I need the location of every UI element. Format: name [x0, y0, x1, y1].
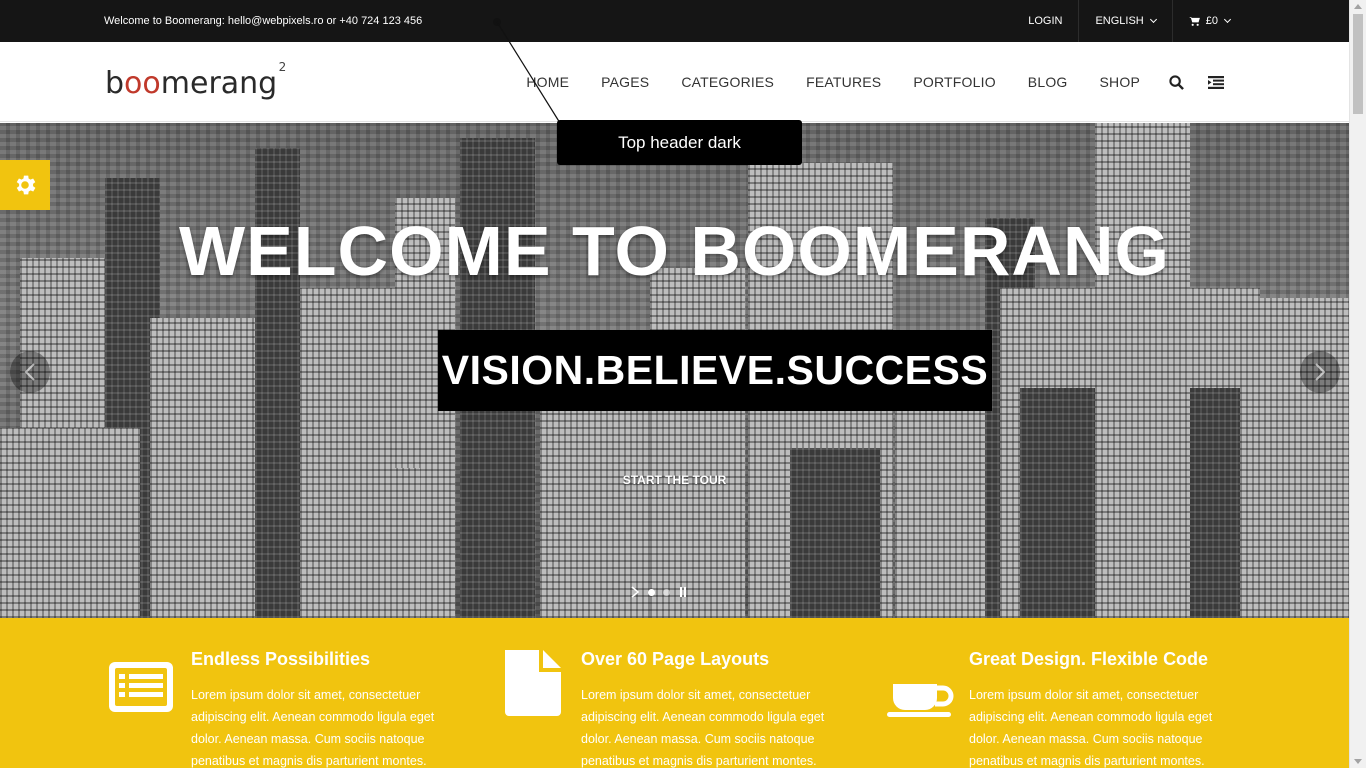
logo-text-accent: oo: [124, 66, 161, 101]
scroll-down-icon[interactable]: [1354, 759, 1362, 764]
city-building: [1095, 123, 1190, 618]
hero-subtitle: VISION.BELIEVE.SUCCESS: [438, 330, 992, 411]
page-scrollbar[interactable]: [1349, 0, 1366, 768]
cart-dropdown[interactable]: £0: [1171, 0, 1246, 42]
side-menu-icon[interactable]: [1196, 75, 1236, 89]
chevron-left-icon: [24, 363, 35, 381]
city-building: [330, 468, 420, 618]
logo-text-start: b: [105, 66, 125, 101]
city-building: [0, 428, 140, 618]
feature-text: Lorem ipsum dolor sit amet, consectetuer…: [581, 688, 825, 768]
gear-icon: [16, 175, 36, 195]
coffee-cup-icon: [887, 684, 954, 717]
feature-title: Over 60 Page Layouts: [581, 649, 770, 669]
nav-blog[interactable]: BLOG: [1012, 74, 1084, 90]
start-tour-link[interactable]: START THE TOUR: [0, 473, 1349, 487]
nav-pages[interactable]: PAGES: [585, 74, 665, 90]
scrollbar-thumb[interactable]: [1353, 14, 1363, 114]
language-dropdown[interactable]: ENGLISH: [1078, 0, 1171, 42]
cart-icon: [1188, 16, 1200, 26]
logo[interactable]: boomerang 2: [105, 60, 286, 101]
tooltip: Top header dark: [557, 120, 802, 165]
main-header: boomerang 2 HOME PAGES CATEGORIES FEATURE…: [0, 42, 1349, 122]
document-icon: [505, 650, 561, 716]
welcome-text: Welcome to Boomerang: hello@webpixels.ro…: [104, 15, 423, 27]
hero-slider: WELCOME TO BOOMERANG VISION.BELIEVE.SUCC…: [0, 123, 1349, 618]
nav-home[interactable]: HOME: [510, 74, 585, 90]
nav-features[interactable]: FEATURES: [790, 74, 897, 90]
features-section: Endless Possibilities Lorem ipsum dolor …: [0, 618, 1349, 768]
main-nav: HOME PAGES CATEGORIES FEATURES PORTFOLIO…: [510, 42, 1236, 122]
chevron-down-icon: [1149, 15, 1157, 24]
feature-title: Great Design. Flexible Code: [969, 649, 1209, 669]
city-building: [1240, 298, 1349, 618]
nav-shop[interactable]: SHOP: [1084, 74, 1156, 90]
top-header-bar: Welcome to Boomerang: hello@webpixels.ro…: [0, 0, 1349, 42]
nav-categories[interactable]: CATEGORIES: [665, 74, 790, 90]
login-link[interactable]: LOGIN: [1012, 0, 1078, 42]
language-label: ENGLISH: [1095, 15, 1144, 27]
chevron-down-icon: [1223, 15, 1232, 24]
login-label: LOGIN: [1028, 15, 1063, 27]
settings-panel-toggle[interactable]: [0, 160, 50, 210]
city-building: [150, 318, 270, 618]
nav-portfolio[interactable]: PORTFOLIO: [897, 74, 1011, 90]
logo-text-end: merang: [160, 66, 278, 101]
logo-superscript: 2: [278, 60, 287, 74]
search-icon[interactable]: [1156, 74, 1196, 90]
chevron-right-icon: [1315, 363, 1326, 381]
slider-dot[interactable]: [663, 588, 670, 596]
next-slide-icon[interactable]: [630, 586, 640, 598]
hero-title: WELCOME TO BOOMERANG: [179, 212, 1170, 290]
list-icon: [109, 662, 173, 712]
feature-title: Endless Possibilities: [191, 649, 371, 669]
topbar-right: LOGIN ENGLISH £0: [1012, 0, 1246, 42]
feature-text: Lorem ipsum dolor sit amet, consectetuer…: [191, 688, 435, 768]
slider-pager: [630, 586, 688, 598]
slider-next-button[interactable]: [1300, 351, 1340, 393]
slider-dot[interactable]: [648, 588, 655, 596]
feature-text: Lorem ipsum dolor sit amet, consectetuer…: [969, 688, 1213, 768]
cart-total: £0: [1205, 15, 1218, 27]
pause-icon[interactable]: [678, 586, 688, 598]
slider-prev-button[interactable]: [10, 351, 50, 393]
scroll-up-icon[interactable]: [1354, 4, 1362, 9]
city-building: [650, 268, 745, 618]
